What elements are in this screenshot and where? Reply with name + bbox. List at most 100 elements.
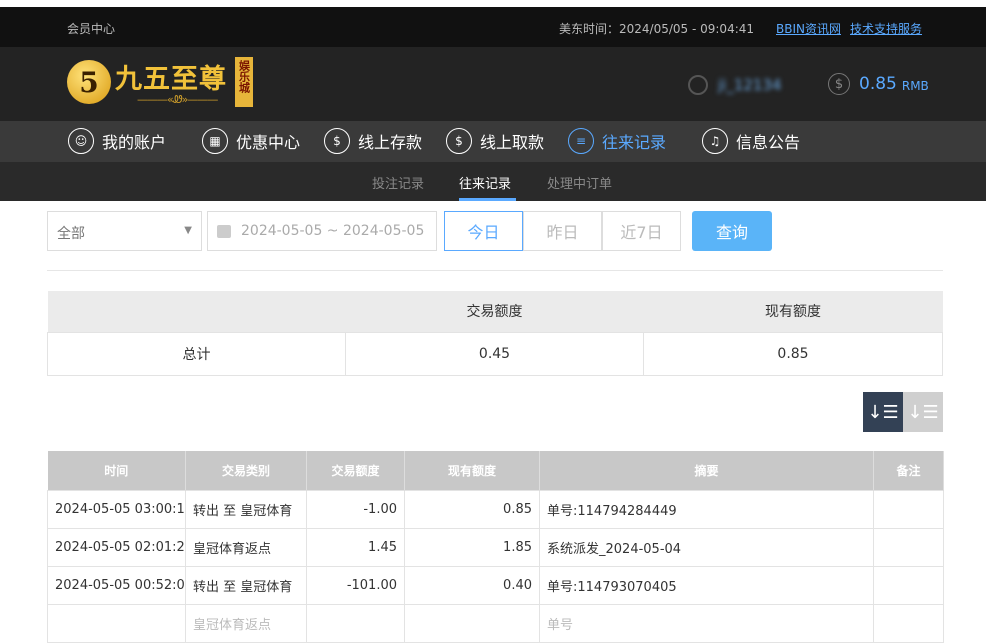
query-button[interactable]: 查询 — [692, 211, 772, 251]
summary-current-balance: 0.85 — [643, 331, 943, 376]
summary-transaction-total: 0.45 — [345, 331, 644, 376]
table-row: 2024-05-05 02:01:28 皇冠体育返点 1.45 1.85 系统派… — [47, 527, 944, 567]
nav-label: 优惠中心 — [236, 133, 301, 152]
cell-amount: -1.00 — [306, 489, 405, 529]
calendar-icon — [217, 224, 231, 238]
nav-item-promotions[interactable]: ▦ 优惠中心 — [202, 128, 300, 154]
dollar-icon: $ — [828, 73, 850, 95]
summary-row: 总计 0.45 0.85 — [47, 331, 943, 376]
yesterday-button[interactable]: 昨日 — [523, 211, 602, 251]
cell-amount: 1.45 — [306, 527, 405, 567]
cell-amount — [306, 603, 405, 643]
column-header: 时间 — [47, 451, 186, 490]
subtab-pending-orders[interactable]: 处理中订单 — [547, 173, 612, 192]
balance-amount: 0.85 — [859, 74, 897, 94]
logo-text: 九五至尊 — [115, 63, 227, 95]
cell-summary: 单号:114794284449 — [539, 489, 874, 529]
column-header: 备注 — [873, 451, 944, 490]
nav-label: 往来记录 — [602, 133, 667, 152]
logo-tag-text: 娱乐城 — [237, 60, 251, 93]
cell-note — [873, 565, 944, 605]
logo-mark: 5 — [67, 60, 111, 104]
currency-label: RMB — [901, 78, 929, 93]
table-row: 2024-05-05 00:52:02 转出 至 皇冠体育 -101.00 0.… — [47, 565, 944, 605]
nav-item-deposit[interactable]: $ 线上存款 — [324, 128, 422, 154]
sort-desc-icon[interactable]: ↓☰ — [863, 392, 903, 432]
username: ji_12134 — [718, 76, 782, 94]
nav-label: 线上取款 — [480, 133, 545, 152]
cell-summary: 单号 — [539, 603, 874, 643]
nav-item-withdraw[interactable]: $ 线上取款 — [446, 128, 544, 154]
cell-summary: 单号:114793070405 — [539, 565, 874, 605]
last-7-days-button[interactable]: 近7日 — [602, 211, 681, 251]
nav-item-announcements[interactable]: ♫ 信息公告 — [702, 128, 800, 154]
member-center-label[interactable]: 会员中心 — [67, 20, 115, 37]
cell-note — [873, 603, 944, 643]
deposit-icon: $ — [324, 128, 350, 154]
summary-header: 现有额度 — [643, 291, 943, 332]
cell-balance: 0.40 — [404, 565, 540, 605]
top-strip — [0, 0, 986, 7]
balance-display: $ 0.85 RMB — [828, 73, 929, 95]
logo-tag: 娱乐城 — [235, 57, 253, 107]
cell-note — [873, 527, 944, 567]
sort-asc-icon[interactable]: ↓☰ — [903, 392, 943, 432]
nav-item-my-account[interactable]: ☺ 我的账户 — [68, 128, 166, 154]
today-button[interactable]: 今日 — [444, 211, 523, 251]
nav-item-records[interactable]: ≡ 往来记录 — [568, 128, 666, 154]
cell-summary: 系统派发_2024-05-04 — [539, 527, 874, 567]
user-avatar-icon — [688, 75, 708, 95]
cell-type: 皇冠体育返点 — [185, 603, 307, 643]
header: 5 九五至尊 ———«Ꮺ»——— 娱乐城 ji_12134 $ 0.85 RMB — [0, 47, 986, 121]
bell-icon: ♫ — [702, 128, 728, 154]
cell-amount: -101.00 — [306, 565, 405, 605]
date-range-value: 2024-05-05 ~ 2024-05-05 — [241, 223, 425, 239]
column-header: 现有额度 — [404, 451, 540, 490]
column-header: 交易额度 — [306, 451, 405, 490]
us-east-time: 美东时间：2024/05/05 - 09:04:41 — [559, 22, 755, 36]
summary-table: 交易额度 现有额度 总计 0.45 0.85 — [47, 291, 943, 376]
table-row: 2024-05-05 03:00:12 转出 至 皇冠体育 -1.00 0.85… — [47, 489, 944, 529]
subtab-bet-records[interactable]: 投注记录 — [372, 173, 424, 192]
cell-note — [873, 489, 944, 529]
summary-label: 总计 — [47, 331, 346, 376]
user-icon: ☺ — [68, 128, 94, 154]
gift-icon: ▦ — [202, 128, 228, 154]
cell-time — [47, 603, 186, 643]
cell-balance: 0.85 — [404, 489, 540, 529]
cell-time: 2024-05-05 02:01:28 — [47, 527, 186, 567]
active-tab-underline — [459, 198, 516, 201]
select-value: 全部 — [57, 226, 85, 242]
summary-header: 交易额度 — [345, 291, 644, 332]
cell-balance: 1.85 — [404, 527, 540, 567]
table-row: 皇冠体育返点 单号 — [47, 603, 944, 643]
cell-balance — [404, 603, 540, 643]
cell-time: 2024-05-05 00:52:02 — [47, 565, 186, 605]
cell-type: 转出 至 皇冠体育 — [185, 565, 307, 605]
tech-support-link[interactable]: 技术支持服务 — [850, 20, 922, 37]
bbin-news-link[interactable]: BBIN资讯网 — [776, 20, 841, 37]
main-nav: ☺ 我的账户 ▦ 优惠中心 $ 线上存款 $ 线上取款 ≡ 往来记录 ♫ 信息公… — [0, 121, 986, 162]
summary-header — [47, 291, 346, 332]
sort-controls: ↓☰ ↓☰ — [863, 392, 943, 432]
caret-down-icon: ▼ — [184, 225, 192, 236]
divider — [47, 270, 943, 271]
logo-ornament: ———«Ꮺ»——— — [137, 93, 218, 106]
user-info[interactable]: ji_12134 — [688, 75, 782, 95]
transactions-table: 时间 交易类别 交易额度 现有额度 摘要 备注 2024-05-05 03:00… — [47, 451, 944, 643]
records-icon: ≡ — [568, 128, 594, 154]
cell-type: 皇冠体育返点 — [185, 527, 307, 567]
site-logo[interactable]: 5 九五至尊 ———«Ꮺ»——— 娱乐城 — [67, 57, 253, 107]
sub-nav: 投注记录 往来记录 处理中订单 — [0, 162, 986, 201]
filter-bar: 全部 ▼ 2024-05-05 ~ 2024-05-05 今日 昨日 近7日 查… — [47, 211, 787, 251]
nav-label: 线上存款 — [358, 133, 423, 152]
withdraw-icon: $ — [446, 128, 472, 154]
nav-label: 信息公告 — [736, 133, 801, 152]
subtab-transaction-records[interactable]: 往来记录 — [459, 173, 511, 192]
cell-time: 2024-05-05 03:00:12 — [47, 489, 186, 529]
column-header: 交易类别 — [185, 451, 307, 490]
cell-type: 转出 至 皇冠体育 — [185, 489, 307, 529]
date-range-input[interactable]: 2024-05-05 ~ 2024-05-05 — [207, 211, 437, 251]
transaction-type-select[interactable]: 全部 ▼ — [47, 211, 202, 251]
column-header: 摘要 — [539, 451, 874, 490]
